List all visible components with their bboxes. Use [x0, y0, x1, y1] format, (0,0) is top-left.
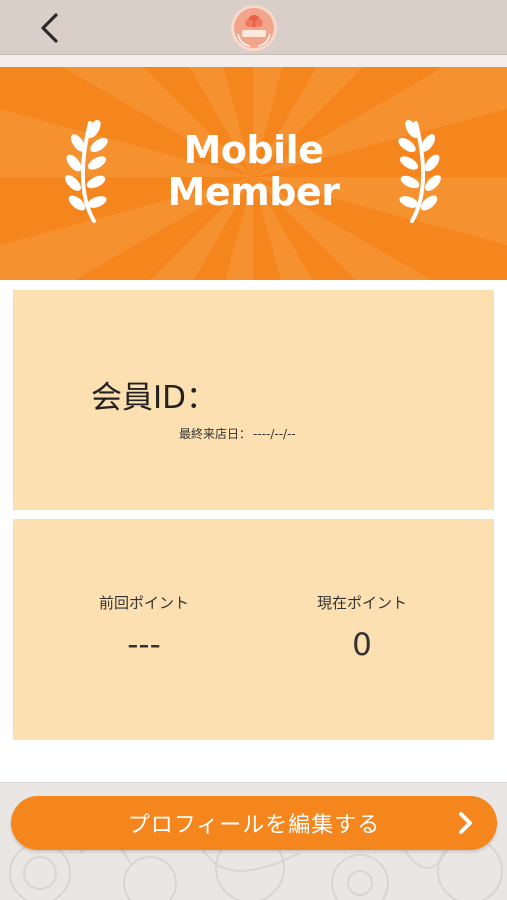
shop-logo-icon — [231, 5, 277, 51]
previous-points-value: --- — [127, 627, 161, 663]
edit-profile-button[interactable]: プロフィールを編集する — [11, 796, 497, 850]
nav-divider — [0, 55, 507, 67]
current-points-label: 現在ポイント — [316, 594, 407, 612]
member-info-card: 会員ID： 最終来店日： ----/--/-- — [13, 290, 494, 510]
member-banner: Mobile Member — [0, 67, 507, 280]
edit-profile-label: プロフィールを編集する — [127, 813, 381, 838]
points-card: 前回ポイント --- 現在ポイント 0 — [13, 519, 494, 740]
current-points-value: 0 — [352, 627, 372, 663]
chevron-left-icon — [41, 13, 58, 43]
laurel-icon — [398, 119, 441, 223]
last-visit: 最終来店日： ----/--/-- — [177, 425, 296, 442]
nav-bar — [0, 0, 507, 55]
previous-points-label: 前回ポイント — [98, 594, 189, 612]
back-button[interactable] — [30, 8, 70, 48]
last-visit-label: 最終来店日： — [179, 427, 252, 441]
member-id-label: 会員ID： — [91, 380, 218, 416]
last-visit-value: ----/--/-- — [253, 427, 296, 441]
chevron-right-icon — [459, 812, 472, 834]
member-id: 会員ID： — [91, 372, 217, 417]
